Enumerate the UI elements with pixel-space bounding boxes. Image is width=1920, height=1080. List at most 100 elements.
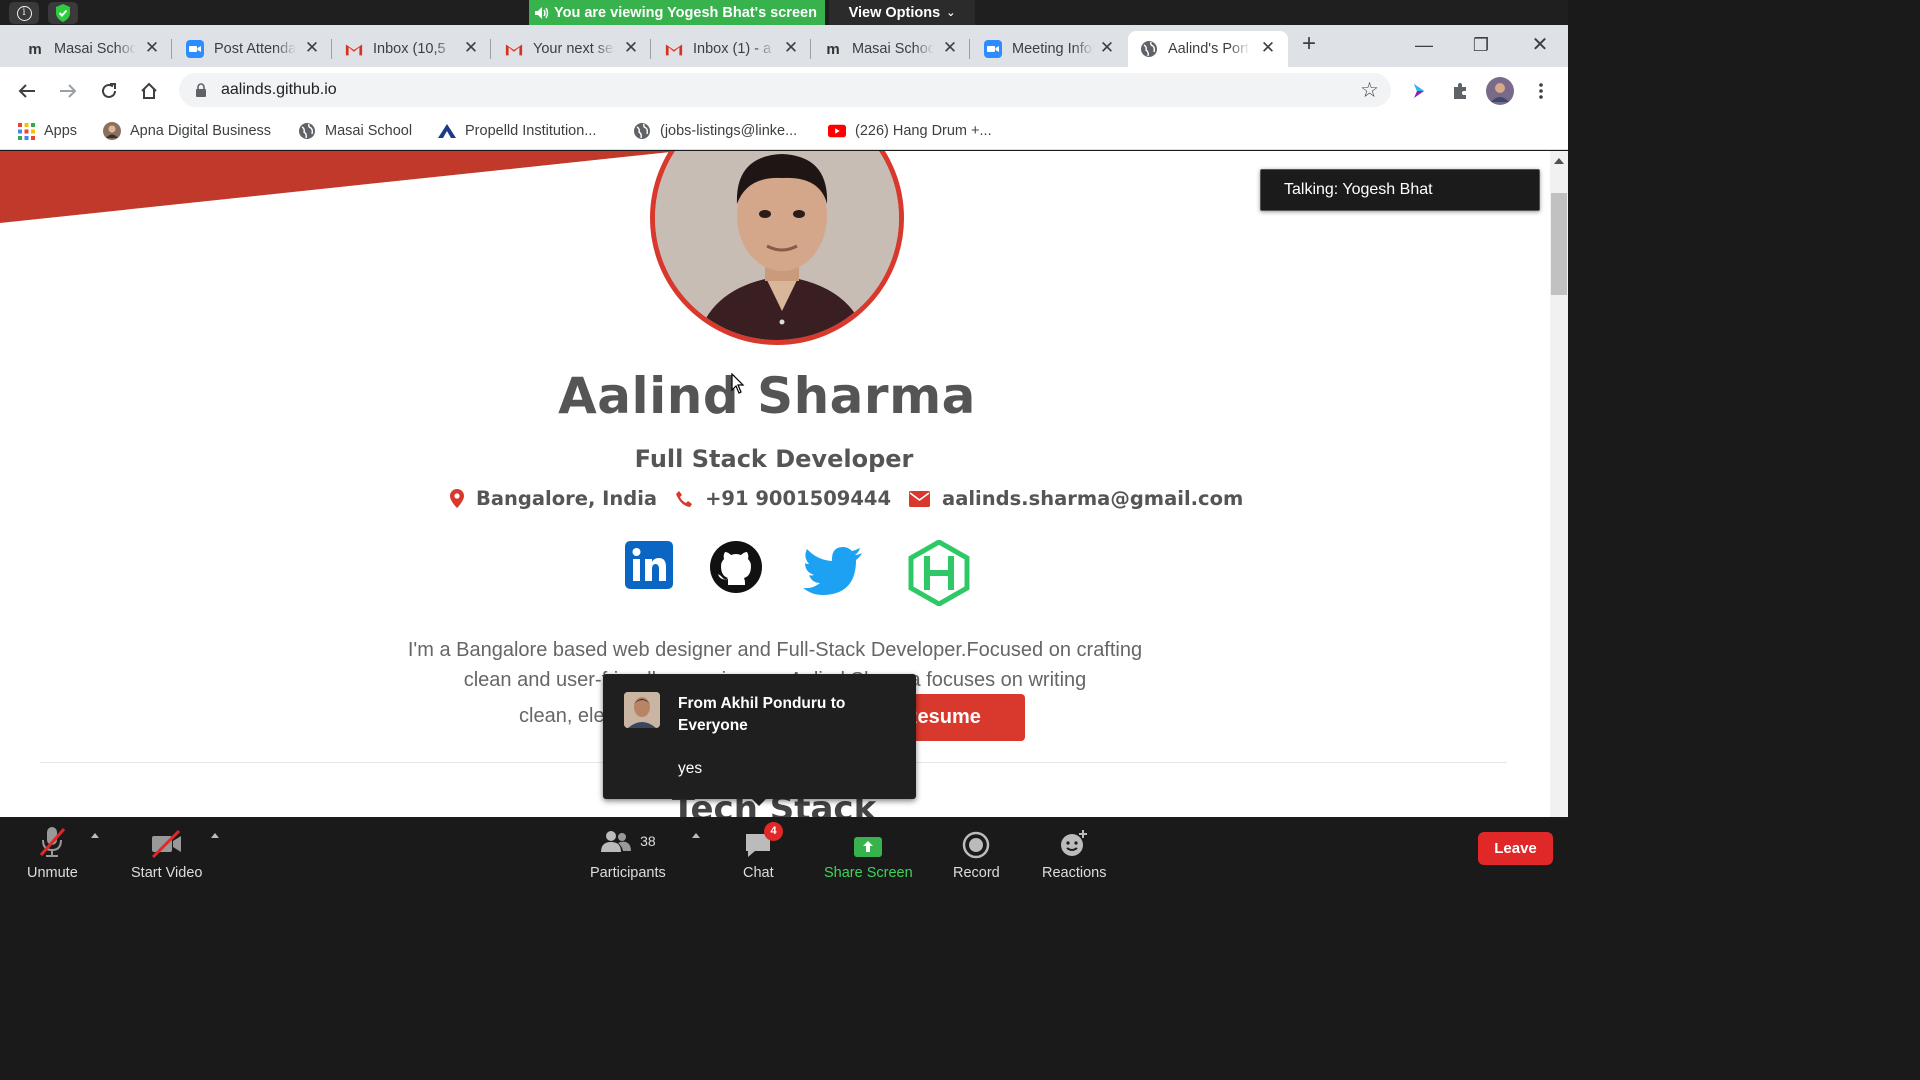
smiley-plus-icon — [1059, 823, 1089, 859]
tab-your-next-session[interactable]: Your next session ✕ — [493, 31, 651, 67]
close-icon[interactable]: ✕ — [783, 39, 799, 56]
record-button[interactable]: Record — [953, 823, 1000, 881]
unmute-button[interactable]: Unmute — [27, 823, 78, 881]
participants-count: 38 — [640, 833, 656, 849]
tab-title: Post Attendance — [214, 41, 296, 57]
contact-phone: +91 9001509444 — [675, 487, 891, 510]
minimize-icon[interactable]: — — [1409, 30, 1439, 60]
bookmark-jobs-listings[interactable]: (jobs-listings@linke... — [633, 122, 797, 140]
extension-arrow-icon[interactable] — [1405, 77, 1433, 105]
participants-caret-icon[interactable] — [692, 833, 700, 838]
tab-meeting-information[interactable]: Meeting Information ✕ — [972, 31, 1127, 67]
lock-icon — [196, 83, 206, 97]
home-icon[interactable] — [135, 77, 163, 105]
profile-avatar-icon[interactable] — [1486, 77, 1514, 105]
forward-icon[interactable] — [54, 77, 82, 105]
tab-aalinds-portfolio[interactable]: Aalind's Portfolio ✕ — [1128, 31, 1288, 67]
bookmark-apna-digital-business[interactable]: Apna Digital Business — [103, 122, 271, 140]
chat-message: yes — [678, 760, 703, 777]
url-text: aalinds.github.io — [221, 81, 337, 98]
scroll-thumb[interactable] — [1551, 193, 1567, 295]
tab-inbox-1[interactable]: Inbox (10,5 ✕ — [333, 31, 491, 67]
tab-post-attendance[interactable]: Post Attendance ✕ — [174, 31, 332, 67]
close-icon[interactable]: ✕ — [304, 39, 320, 56]
location-text: Bangalore, India — [476, 487, 658, 510]
zoom-control-bar: Unmute Start Video 38 Participants Chat … — [0, 817, 1568, 882]
bookmark-label: Apna Digital Business — [130, 123, 272, 139]
talking-indicator: Talking: Yogesh Bhat — [1260, 169, 1540, 211]
video-options-caret-icon[interactable] — [211, 833, 219, 838]
reload-icon[interactable] — [95, 77, 123, 105]
apps-grid-icon — [17, 122, 35, 140]
browser-toolbar: aalinds.github.io ☆ — [0, 67, 1568, 113]
start-video-label: Start Video — [131, 865, 203, 881]
youtube-icon — [828, 122, 846, 140]
address-bar[interactable]: aalinds.github.io ☆ — [179, 73, 1391, 107]
participants-label: Participants — [590, 865, 666, 881]
gmail-icon — [505, 40, 523, 58]
masai-m-icon: m — [28, 40, 42, 58]
start-video-button[interactable]: Start Video — [131, 823, 202, 881]
bio-line-1: I'm a Bangalore based web designer and F… — [407, 639, 1143, 661]
window-close-icon[interactable]: ✕ — [1525, 30, 1555, 60]
phone-text: +91 9001509444 — [705, 487, 892, 510]
tab-inbox-2[interactable]: Inbox (1) - a ✕ — [653, 31, 811, 67]
globe-icon — [1140, 40, 1158, 58]
tab-title: Masai School — [54, 41, 136, 57]
close-icon[interactable]: ✕ — [1099, 39, 1115, 56]
globe-icon — [298, 122, 316, 140]
close-icon[interactable]: ✕ — [463, 39, 479, 56]
unmute-label: Unmute — [27, 865, 78, 881]
leave-button[interactable]: Leave — [1478, 832, 1553, 865]
extensions-puzzle-icon[interactable] — [1446, 77, 1474, 105]
bookmark-hang-drum[interactable]: (226) Hang Drum +... — [828, 122, 992, 140]
contact-row: Bangalore, India +91 9001509444 aalinds.… — [450, 487, 1251, 510]
bookmark-apps[interactable]: Apps — [17, 122, 77, 140]
profile-photo — [650, 151, 904, 345]
profile-name: Aalind Sharma — [558, 367, 976, 425]
sender-avatar — [624, 692, 660, 728]
scroll-up-icon[interactable] — [1554, 158, 1564, 164]
tab-title: Meeting Information — [1012, 41, 1094, 57]
bookmark-label: (jobs-listings@linke... — [660, 123, 798, 139]
view-options-label: View Options — [848, 4, 941, 21]
hackerrank-icon[interactable] — [907, 539, 971, 611]
page-scrollbar[interactable] — [1550, 151, 1568, 817]
close-icon[interactable]: ✕ — [623, 39, 639, 56]
contact-email[interactable]: aalinds.sharma@gmail.com — [909, 487, 1243, 510]
share-screen-button[interactable]: Share Screen — [824, 823, 913, 881]
new-tab-icon[interactable]: + — [1302, 32, 1316, 56]
share-screen-icon — [853, 823, 883, 859]
zoom-icon — [186, 40, 204, 58]
bookmark-propelld[interactable]: Propelld Institution... — [438, 122, 596, 140]
close-icon[interactable]: ✕ — [942, 39, 958, 56]
tab-masai-school-1[interactable]: m Masai School ✕ — [14, 31, 172, 67]
twitter-icon[interactable] — [803, 547, 863, 602]
meeting-info-icon[interactable]: i — [9, 2, 39, 24]
view-options-button[interactable]: View Options ⌄ — [829, 0, 975, 25]
contact-location: Bangalore, India — [450, 487, 657, 510]
bookmark-label: Propelld Institution... — [465, 123, 597, 139]
restore-icon[interactable]: ❐ — [1466, 30, 1496, 60]
participants-button[interactable]: 38 Participants — [590, 823, 666, 881]
close-icon[interactable]: ✕ — [1260, 39, 1276, 56]
bookmark-label: Apps — [44, 123, 78, 139]
bookmark-star-icon[interactable]: ☆ — [1360, 78, 1379, 103]
chat-unread-badge: 4 — [764, 822, 783, 841]
security-shield-icon[interactable] — [48, 2, 78, 24]
tab-title: Your next session — [533, 41, 615, 57]
github-icon[interactable] — [710, 541, 762, 598]
phone-icon — [676, 490, 693, 507]
more-menu-icon[interactable] — [1527, 77, 1555, 105]
reactions-button[interactable]: Reactions — [1042, 823, 1106, 881]
bookmark-masai-school[interactable]: Masai School — [298, 122, 412, 140]
tab-masai-school-2[interactable]: m Masai School ✕ — [812, 31, 970, 67]
profile-icon — [103, 122, 121, 140]
close-icon[interactable]: ✕ — [144, 39, 160, 56]
linkedin-icon[interactable] — [625, 541, 673, 594]
audio-options-caret-icon[interactable] — [91, 833, 99, 838]
zoom-icon — [984, 40, 1002, 58]
screen: i You are viewing Yogesh Bhat's screen V… — [0, 0, 1568, 882]
back-icon[interactable] — [13, 77, 41, 105]
chat-notification[interactable]: From Akhil Ponduru to Everyone yes — [603, 674, 916, 806]
